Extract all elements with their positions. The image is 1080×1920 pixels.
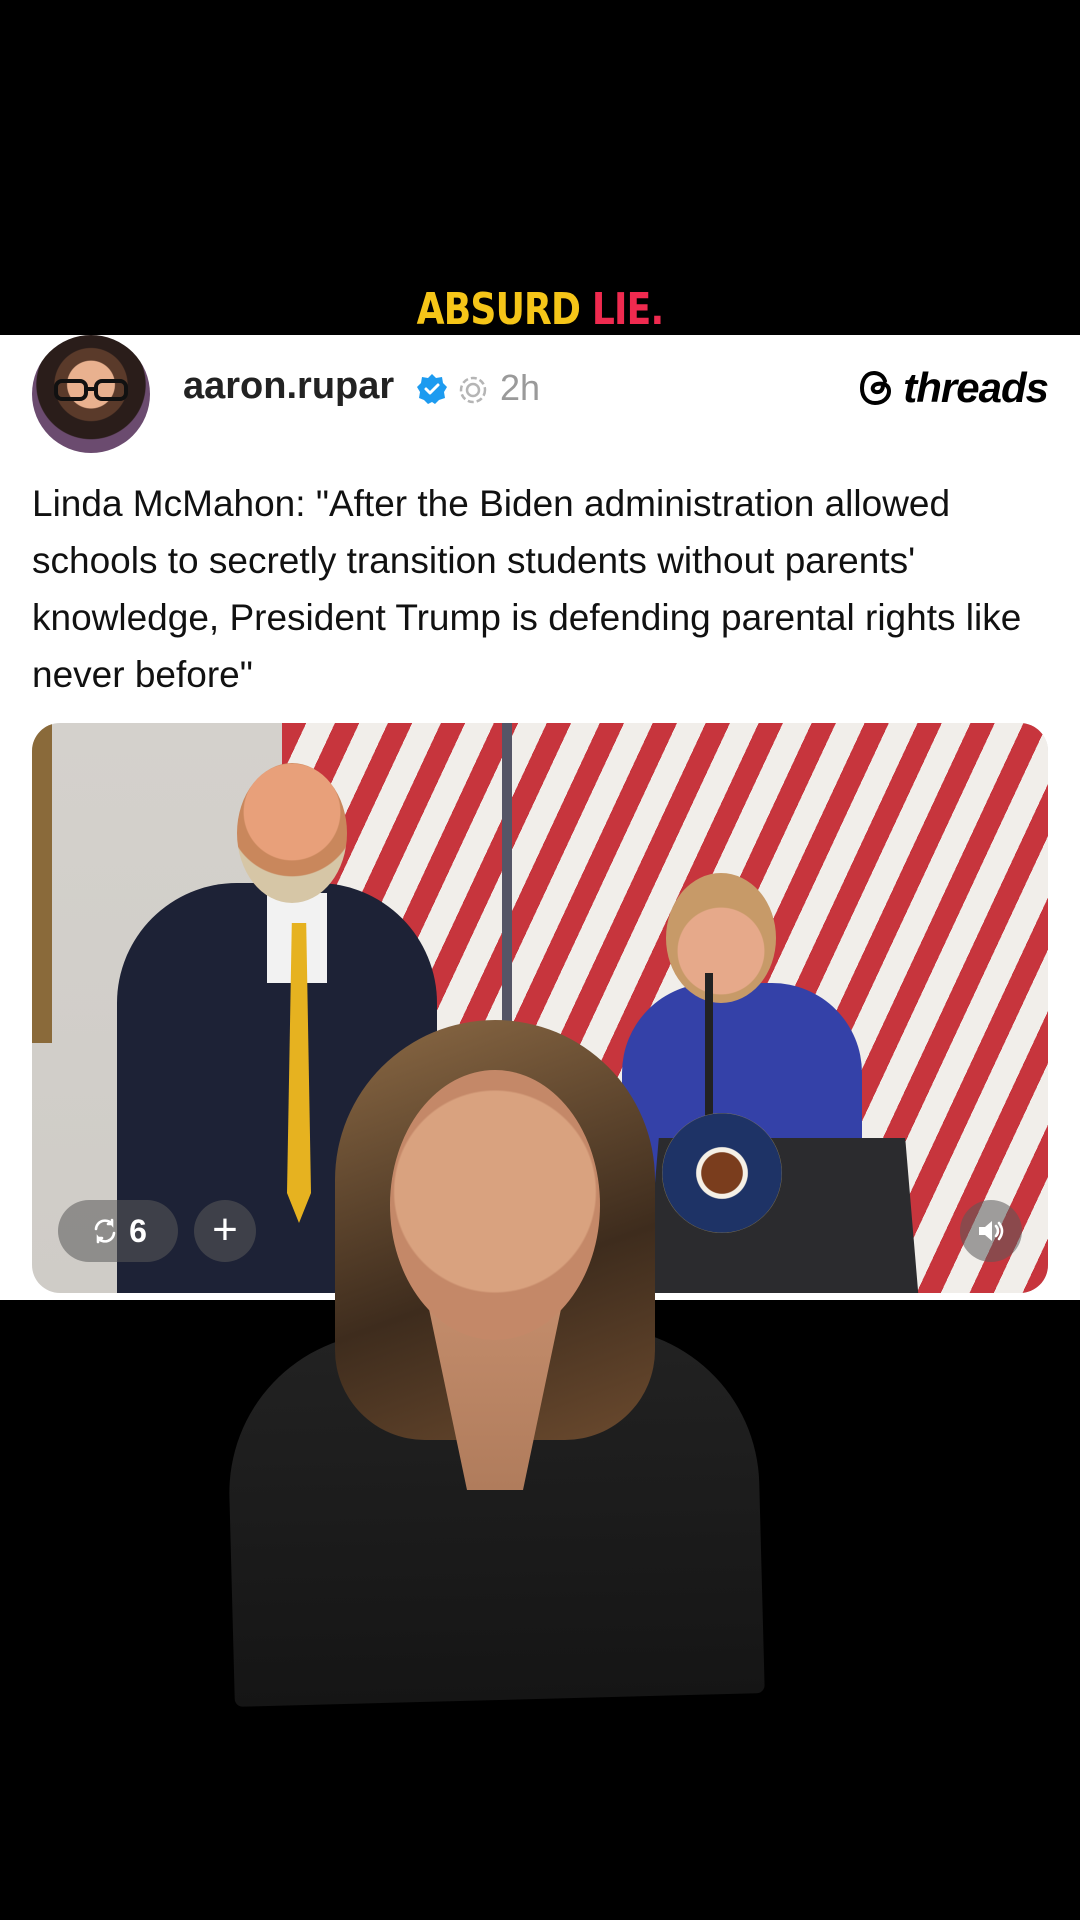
avatar[interactable] bbox=[32, 335, 150, 453]
threads-circle-icon bbox=[459, 376, 487, 404]
glasses-graphic bbox=[54, 379, 128, 401]
caption-word-lie: LIE. bbox=[591, 284, 664, 335]
repost-count: 6 bbox=[129, 1212, 147, 1249]
threads-logo-text: threads bbox=[903, 364, 1049, 411]
speaker-right-head bbox=[666, 873, 776, 1003]
caption-word-absurd: ABSURD bbox=[416, 284, 581, 335]
caption-overlay: ABSURD LIE. bbox=[97, 288, 983, 332]
presenter-face bbox=[390, 1070, 600, 1340]
verified-badge-icon bbox=[417, 374, 447, 404]
wall-frame bbox=[32, 723, 52, 1043]
presenter-overlay bbox=[225, 1000, 765, 1707]
threads-logo-icon bbox=[860, 370, 892, 406]
post-time: 2h bbox=[500, 367, 541, 408]
speaker-icon[interactable] bbox=[960, 1200, 1022, 1262]
repost-icon bbox=[94, 1218, 116, 1244]
username[interactable]: aaron.rupar bbox=[183, 365, 394, 408]
repost-button[interactable]: 6 bbox=[58, 1200, 178, 1262]
post-text: Linda McMahon: "After the Biden administ… bbox=[32, 483, 1022, 695]
speaker-left-head bbox=[237, 763, 347, 903]
threads-logo: threads bbox=[857, 363, 1049, 413]
